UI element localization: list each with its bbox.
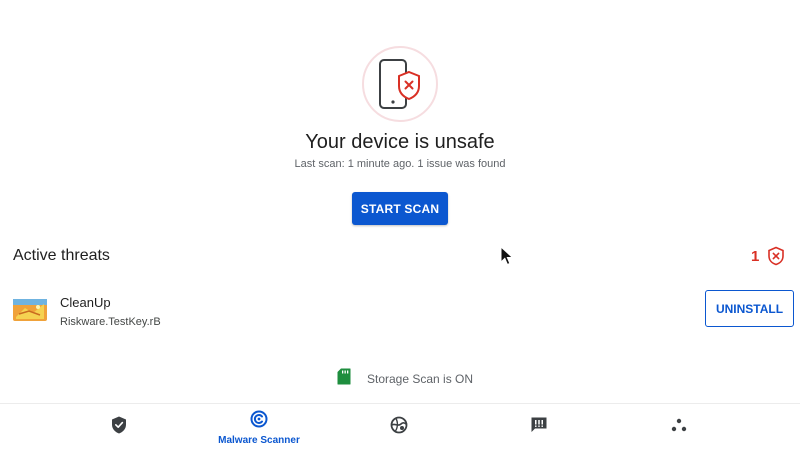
storage-scan-text: Storage Scan is ON: [367, 372, 474, 386]
nav-item-web-protection[interactable]: [349, 404, 449, 450]
sd-card-icon: [337, 368, 351, 390]
nav-item-messages[interactable]: [489, 404, 589, 450]
status-title: Your device is unsafe: [305, 131, 495, 153]
shield-alert-icon: [766, 246, 786, 271]
nav-item-malware-scanner[interactable]: Malware Scanner: [209, 404, 309, 450]
web-protection-icon: [390, 416, 408, 439]
threat-count: 1: [751, 248, 760, 265]
start-scan-button[interactable]: START SCAN: [352, 192, 448, 225]
malware-scanner-screen: Your device is unsafe Last scan: 1 minut…: [0, 0, 800, 450]
storage-scan-status: Storage Scan is ON: [337, 368, 474, 390]
malware-scanner-icon: [250, 410, 268, 433]
nav-item-more[interactable]: [629, 404, 729, 450]
active-threats-title: Active threats: [13, 247, 110, 264]
message-alert-icon: [530, 416, 548, 439]
threat-app-name: CleanUp: [60, 295, 111, 310]
nav-item-security[interactable]: [69, 404, 169, 450]
nav-label-malware-scanner: Malware Scanner: [218, 434, 300, 446]
last-scan-info: Last scan: 1 minute ago. 1 issue was fou…: [294, 158, 506, 170]
shield-check-icon: [111, 416, 127, 439]
bottom-navigation: Malware Scanner: [0, 403, 800, 450]
more-icon: [671, 418, 687, 437]
phone-shield-alert-icon: [362, 46, 438, 122]
uninstall-button[interactable]: UNINSTALL: [705, 290, 794, 327]
threat-name: Riskware.TestKey.rB: [60, 316, 161, 328]
mouse-cursor-icon: [500, 245, 514, 271]
cleanup-app-icon: [13, 299, 47, 321]
